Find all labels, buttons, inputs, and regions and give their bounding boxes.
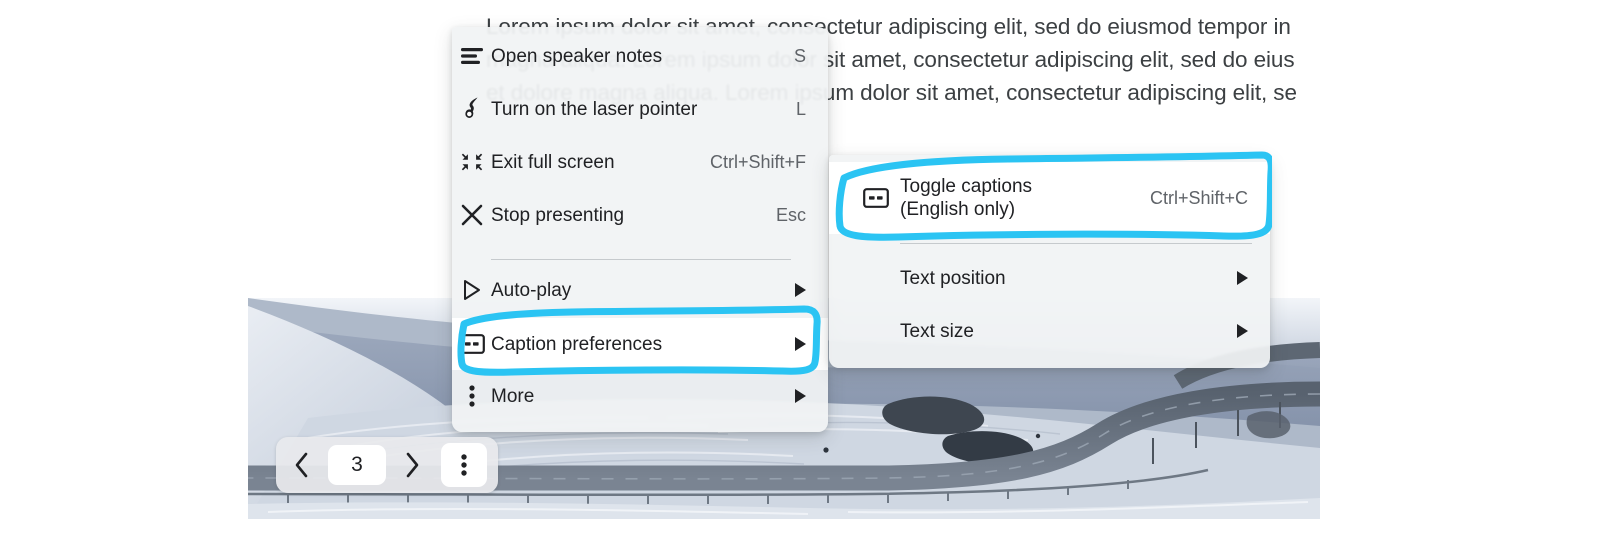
submenu-item-toggle-captions[interactable]: Toggle captions (English only) Ctrl+Shif…	[829, 162, 1270, 234]
caption-preferences-submenu[interactable]: Toggle captions (English only) Ctrl+Shif…	[829, 155, 1270, 368]
laser-pointer-icon	[452, 85, 491, 133]
slide-number-field[interactable]: 3	[328, 445, 386, 485]
menu-item-label: Stop presenting	[491, 204, 625, 226]
menu-item-label: Caption preferences	[491, 333, 663, 355]
more-vert-icon	[452, 372, 491, 420]
menu-item-turn-on-laser-pointer[interactable]: Turn on the laser pointer L	[452, 85, 828, 133]
menu-separator	[491, 259, 791, 260]
closed-caption-icon	[851, 162, 900, 234]
play-icon	[452, 266, 491, 314]
menu-item-accel: Ctrl+Shift+F	[709, 151, 806, 172]
speaker-notes-icon	[452, 32, 491, 80]
chevron-right-icon	[795, 389, 806, 403]
chevron-right-icon	[1237, 324, 1248, 338]
chevron-left-icon	[295, 452, 308, 478]
menu-item-auto-play[interactable]: Auto-play	[452, 266, 828, 314]
exit-fullscreen-icon	[452, 138, 491, 186]
presenter-options-menu[interactable]: Open speaker notes S Turn on the laser p…	[452, 27, 828, 432]
submenu-item-label: Toggle captions (English only)	[900, 176, 1033, 220]
more-vert-icon	[461, 454, 467, 476]
slide-navigation-toolbar[interactable]: 3	[276, 437, 498, 493]
menu-item-accel: L	[795, 98, 806, 119]
chevron-right-icon	[406, 452, 419, 478]
submenu-item-text-size[interactable]: Text size	[829, 306, 1270, 356]
menu-item-label: Auto-play	[491, 279, 572, 301]
menu-item-label: Open speaker notes	[491, 45, 663, 67]
submenu-item-label: Text position	[900, 267, 1006, 289]
submenu-item-text-position[interactable]: Text position	[829, 253, 1270, 303]
submenu-item-accel: Ctrl+Shift+C	[1149, 187, 1248, 208]
close-icon	[452, 191, 491, 239]
chevron-right-icon	[795, 283, 806, 297]
menu-item-accel: Esc	[775, 204, 806, 225]
menu-item-caption-preferences[interactable]: Caption preferences	[452, 318, 828, 370]
closed-caption-icon	[452, 318, 491, 370]
previous-slide-button[interactable]	[276, 437, 328, 493]
menu-item-more[interactable]: More	[452, 372, 828, 420]
slide-number-value: 3	[351, 453, 363, 476]
menu-item-label: Turn on the laser pointer	[491, 98, 698, 120]
chevron-right-icon	[1237, 271, 1248, 285]
menu-item-accel: S	[793, 45, 806, 66]
chevron-right-icon	[795, 337, 806, 351]
menu-item-label: Exit full screen	[491, 151, 615, 173]
menu-item-label: More	[491, 385, 535, 407]
submenu-separator	[900, 243, 1252, 244]
menu-item-open-speaker-notes[interactable]: Open speaker notes S	[452, 32, 828, 80]
presentation-stage: Lorem ipsum dolor sit amet, consectetur …	[0, 0, 1600, 544]
presenter-more-options-button[interactable]	[441, 443, 487, 487]
menu-item-exit-full-screen[interactable]: Exit full screen Ctrl+Shift+F	[452, 138, 828, 186]
menu-item-stop-presenting[interactable]: Stop presenting Esc	[452, 191, 828, 239]
submenu-item-label: Text size	[900, 320, 974, 342]
next-slide-button[interactable]	[386, 437, 438, 493]
